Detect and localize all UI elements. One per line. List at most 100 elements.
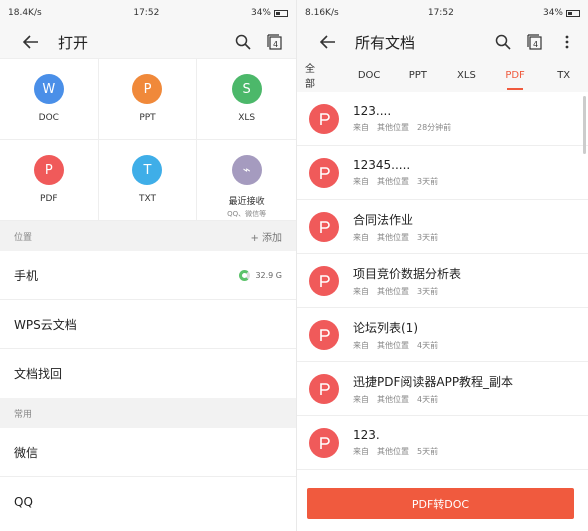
file-item[interactable]: 合同法作业 来自 其他位置 3天前: [297, 200, 588, 254]
file-name: 123....: [353, 104, 392, 118]
page-title: 打开: [58, 33, 89, 52]
type-pdf[interactable]: P PDF: [0, 140, 99, 221]
type-label: DOC: [38, 113, 59, 123]
tab-ppt[interactable]: PPT: [393, 58, 442, 92]
file-location: 其他位置: [377, 232, 409, 242]
tab-txt[interactable]: TX: [539, 58, 588, 92]
location-label: 文档找回: [14, 367, 63, 381]
file-location: 其他位置: [377, 340, 409, 350]
pdf-file-icon: [309, 103, 339, 134]
file-meta: 来自 其他位置 3天前: [353, 286, 461, 297]
type-sublabel: QQ、微信等: [227, 210, 267, 218]
app-bar: 打开 4: [0, 26, 296, 58]
common-qq[interactable]: QQ: [0, 477, 296, 526]
common-label: QQ: [14, 494, 33, 509]
type-recent-received[interactable]: ⌁ 最近接收 QQ、微信等: [197, 140, 296, 221]
pdf-file-icon: [309, 373, 339, 404]
location-label: WPS云文档: [14, 317, 77, 332]
status-right: 34%: [543, 8, 580, 18]
type-xls[interactable]: S XLS: [197, 59, 296, 140]
type-doc[interactable]: W DOC: [0, 59, 99, 140]
file-location: 其他位置: [377, 394, 409, 404]
battery-percent: 34%: [250, 8, 271, 18]
common-section-header: 常用: [0, 398, 296, 428]
location-label: 手机: [14, 268, 39, 283]
file-name: 论坛列表(1): [353, 320, 418, 335]
type-ppt[interactable]: P PPT: [98, 59, 198, 140]
file-item[interactable]: 12345..... 来自 其他位置 3天前: [297, 146, 588, 200]
file-info: 123. 来自 其他位置 5天前: [353, 428, 446, 457]
file-name: 迅捷PDF阅读器APP教程_副本: [353, 374, 514, 389]
search-icon[interactable]: [232, 31, 254, 53]
svg-text:4: 4: [533, 40, 538, 49]
type-txt[interactable]: T TXT: [98, 140, 198, 221]
add-location-button[interactable]: + 添加: [250, 229, 282, 244]
txt-icon-glyph: T: [143, 162, 152, 178]
file-name: 123.: [353, 428, 380, 442]
location-wps-cloud[interactable]: WPS云文档: [0, 300, 296, 349]
status-bar: 8.16K/s 17:52 34%: [297, 0, 588, 26]
file-item[interactable]: 123.... 来自 其他位置 28分钟前: [297, 92, 588, 146]
common-wechat[interactable]: 微信: [0, 428, 296, 477]
location-recovery[interactable]: 文档找回: [0, 349, 296, 398]
back-arrow-icon[interactable]: [317, 31, 339, 53]
file-name: 12345.....: [353, 158, 411, 172]
back-arrow-icon[interactable]: [20, 31, 42, 53]
open-panel: 18.4K/s 17:52 34% 打开 4 W DOC P PPT S XLS…: [0, 0, 296, 531]
file-source-label: 来自: [353, 286, 369, 296]
file-time: 3天前: [417, 177, 439, 186]
location-phone[interactable]: 手机 32.9 G: [0, 251, 296, 300]
xls-icon: S: [231, 74, 262, 104]
file-type-grid: W DOC P PPT S XLS P PDF T TXT ⌁ 最近接收 QQ、…: [0, 58, 296, 221]
ppt-icon-glyph: P: [143, 81, 152, 97]
tab-pdf[interactable]: PDF: [491, 58, 540, 92]
file-meta: 来自 其他位置 4天前: [353, 394, 513, 405]
status-right: 34%: [251, 8, 288, 18]
search-icon[interactable]: [492, 31, 514, 53]
all-documents-panel: 8.16K/s 17:52 34% 所有文档 4 全部 DOC PPT XLS …: [297, 0, 588, 531]
file-name: 合同法作业: [353, 212, 414, 227]
file-time: 4天前: [417, 394, 439, 404]
type-label: PPT: [139, 113, 156, 123]
pdf-to-doc-button[interactable]: PDF转DOC: [307, 488, 574, 519]
status-bar: 18.4K/s 17:52 34%: [0, 0, 296, 26]
file-meta: 来自 其他位置 3天前: [353, 176, 446, 187]
ppt-icon: P: [132, 74, 163, 104]
file-time: 28分钟前: [417, 123, 452, 132]
type-label: TXT: [138, 194, 156, 204]
battery-icon: [566, 9, 580, 17]
file-item[interactable]: 迅捷PDF阅读器APP教程_副本 来自 其他位置 4天前: [297, 362, 588, 416]
file-source-label: 来自: [353, 340, 369, 350]
tab-xls[interactable]: XLS: [442, 58, 491, 92]
file-info: 迅捷PDF阅读器APP教程_副本 来自 其他位置 4天前: [353, 373, 513, 405]
tab-switcher-icon[interactable]: 4: [264, 31, 286, 53]
file-item[interactable]: 项目竞价数据分析表 来自 其他位置 3天前: [297, 254, 588, 308]
storage-ring-icon: [239, 269, 251, 281]
pdf-file-icon: [309, 157, 339, 188]
file-info: 12345..... 来自 其他位置 3天前: [353, 158, 446, 187]
recent-received-icon: ⌁: [231, 155, 262, 185]
network-speed: 8.16K/s: [305, 8, 339, 18]
tab-switcher-icon[interactable]: 4: [524, 31, 546, 53]
file-source-label: 来自: [353, 177, 369, 186]
section-title: 常用: [14, 409, 33, 420]
battery-percent: 34%: [542, 8, 563, 18]
tab-doc[interactable]: DOC: [345, 58, 394, 92]
file-item[interactable]: 123. 来自 其他位置 5天前: [297, 416, 588, 470]
recent-icon-glyph: ⌁: [242, 162, 251, 178]
tab-all[interactable]: 全部: [305, 58, 325, 92]
battery-icon: [274, 9, 288, 17]
file-source-label: 来自: [353, 447, 369, 456]
file-item[interactable]: 论坛列表(1) 来自 其他位置 4天前: [297, 308, 588, 362]
doc-icon-glyph: W: [42, 81, 56, 97]
file-time: 4天前: [417, 340, 439, 350]
file-location: 其他位置: [377, 177, 409, 186]
location-section-header: 位置 + 添加: [0, 221, 296, 251]
section-title: 位置: [14, 232, 33, 243]
file-meta: 来自 其他位置 28分钟前: [353, 122, 459, 133]
scrollbar[interactable]: [583, 96, 586, 154]
file-time: 3天前: [417, 232, 439, 242]
app-bar: 所有文档 4: [297, 26, 588, 58]
more-options-icon[interactable]: [556, 31, 578, 53]
file-location: 其他位置: [377, 286, 409, 296]
